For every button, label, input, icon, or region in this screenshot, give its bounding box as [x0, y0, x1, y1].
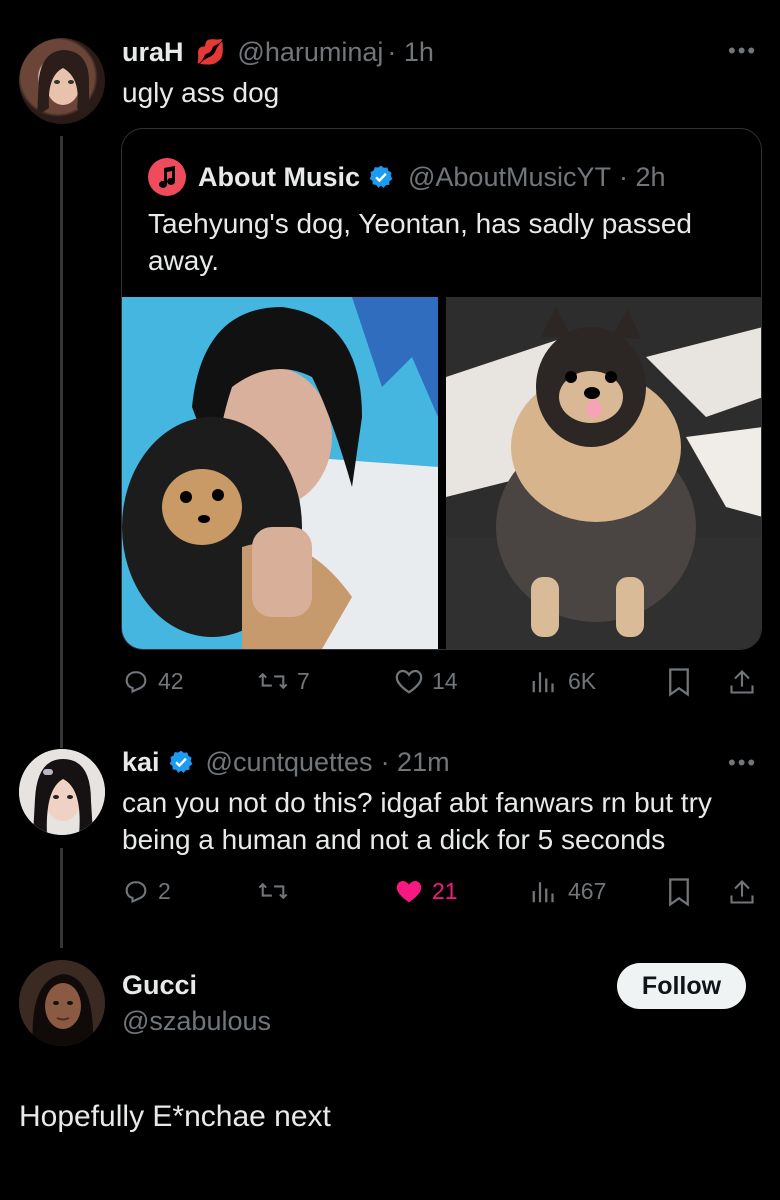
tweet-text: ugly ass dog	[122, 77, 280, 108]
view-count: 6K	[568, 667, 597, 694]
avatar[interactable]	[19, 38, 105, 124]
reply-icon	[125, 671, 147, 694]
bookmark-button[interactable]	[666, 667, 692, 697]
display-name[interactable]: Gucci	[122, 970, 197, 1001]
repost-icon	[258, 882, 288, 900]
reply-count: 2	[158, 877, 171, 904]
like-count: 14	[432, 667, 458, 694]
follow-button[interactable]: Follow	[617, 963, 746, 1009]
views-button[interactable]: 467	[530, 877, 606, 905]
thread-connector-line-2	[60, 848, 63, 948]
avatar[interactable]	[19, 960, 105, 1046]
more-options-icon[interactable]: •••	[728, 750, 757, 776]
avatar-image	[37, 50, 89, 118]
heart-icon	[395, 669, 423, 694]
taehyung-with-dog-image	[122, 297, 438, 649]
repost-button[interactable]	[257, 877, 297, 905]
thread-connector-line	[60, 136, 63, 748]
reply-icon	[125, 881, 147, 904]
yeontan-dog-image	[446, 297, 761, 649]
kiss-emoji-icon: 💋	[195, 38, 226, 66]
music-note-icon	[159, 166, 176, 188]
display-name[interactable]: kai	[122, 747, 160, 778]
reply-count: 42	[158, 667, 184, 694]
analytics-icon	[532, 672, 554, 693]
analytics-icon	[532, 882, 554, 903]
share-button[interactable]	[728, 877, 756, 907]
bookmark-icon	[669, 878, 689, 907]
timestamp[interactable]: · 1h	[387, 37, 434, 68]
user-handle[interactable]: @szabulous	[122, 1006, 271, 1037]
reply-button[interactable]: 42	[122, 667, 184, 695]
media-image-right[interactable]	[446, 297, 761, 649]
share-button[interactable]	[728, 667, 756, 697]
user-handle[interactable]: @haruminaj	[237, 37, 383, 68]
repost-button[interactable]: 7	[257, 667, 310, 695]
like-button[interactable]: 21	[394, 877, 458, 905]
views-button[interactable]: 6K	[530, 667, 596, 695]
more-options-icon[interactable]: •••	[728, 38, 757, 64]
verified-badge-icon	[169, 750, 192, 773]
reply-button[interactable]: 2	[122, 877, 171, 905]
share-icon	[730, 880, 754, 904]
quoted-handle[interactable]: @AboutMusicYT	[408, 162, 611, 193]
media-image-left[interactable]	[122, 297, 438, 649]
quoted-timestamp[interactable]: · 2h	[619, 162, 666, 193]
about-music-avatar[interactable]	[148, 158, 186, 196]
avatar-image	[19, 960, 105, 1046]
repost-count: 7	[297, 667, 310, 694]
quoted-tweet[interactable]: About Music @AboutMusicYT · 2h Taehyung'…	[121, 128, 762, 650]
like-count: 21	[432, 877, 458, 904]
share-icon	[730, 670, 754, 694]
avatar[interactable]	[19, 749, 105, 835]
bookmark-icon	[669, 668, 689, 697]
repost-icon	[258, 672, 288, 690]
tweet-text: can you not do this? idgaf abt fanwars r…	[122, 787, 712, 855]
quoted-display-name[interactable]: About Music	[198, 162, 360, 193]
display-name[interactable]: uraH	[122, 37, 184, 68]
bookmark-button[interactable]	[666, 877, 692, 907]
avatar-image	[19, 749, 105, 835]
quoted-text: Taehyung's dog, Yeontan, has sadly passe…	[148, 208, 692, 276]
timestamp[interactable]: · 21m	[381, 747, 450, 778]
view-count: 467	[568, 877, 607, 904]
heart-filled-icon	[396, 881, 422, 903]
verified-badge-icon	[369, 165, 393, 188]
user-handle[interactable]: @cuntquettes	[206, 747, 373, 778]
tweet-text: Hopefully E*nchae next	[19, 1100, 331, 1133]
like-button[interactable]: 14	[394, 667, 458, 695]
